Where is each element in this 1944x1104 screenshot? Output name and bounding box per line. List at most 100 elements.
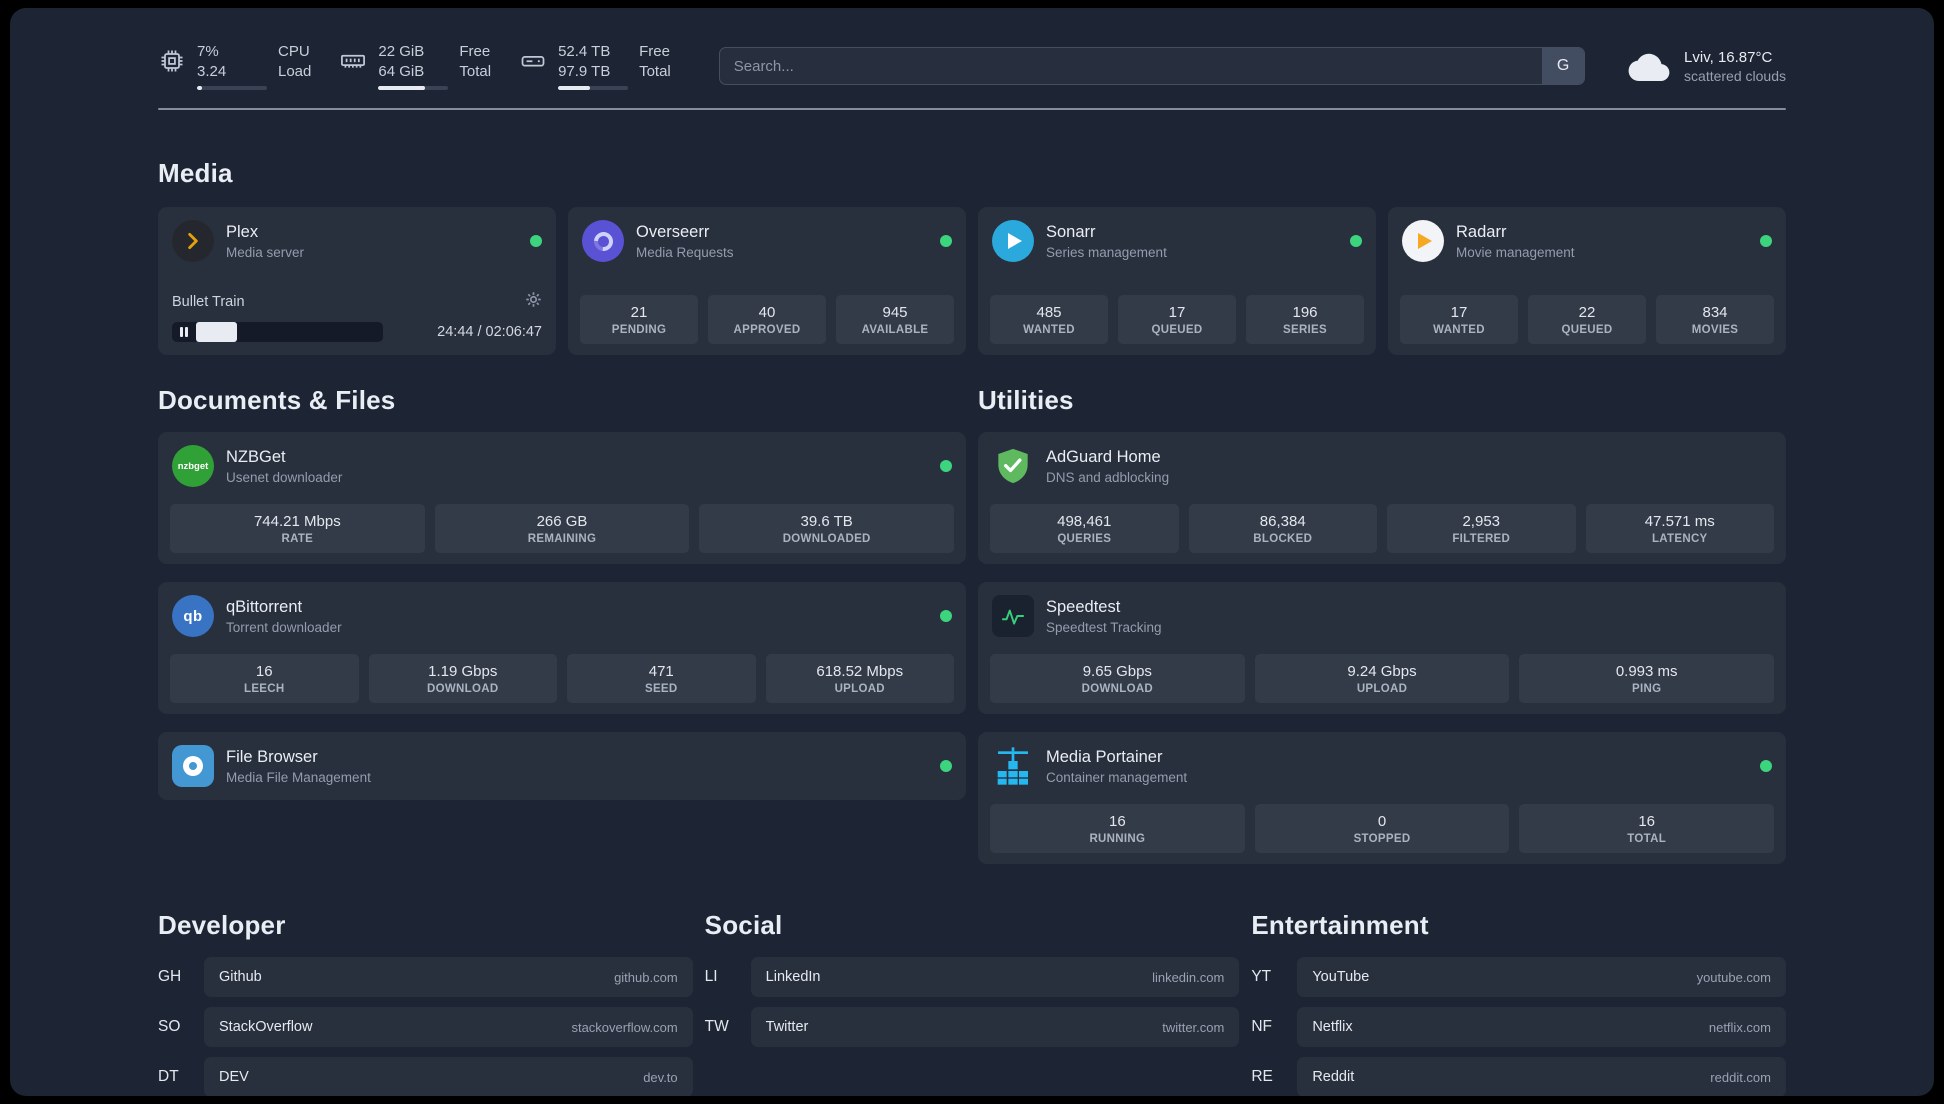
bookmark-github[interactable]: GH Github github.com bbox=[158, 957, 693, 997]
bookmark-youtube[interactable]: YT YouTube youtube.com bbox=[1251, 957, 1786, 997]
bookmark-abbr: GH bbox=[158, 968, 182, 985]
service-card-adguard[interactable]: AdGuard Home DNS and adblocking 498,461 Q… bbox=[978, 432, 1786, 564]
memory-widget: 22 GiB 64 GiB Free Total bbox=[339, 42, 491, 90]
stat-tile: 618.52 Mbps UPLOAD bbox=[765, 654, 954, 703]
bookmark-url: github.com bbox=[614, 969, 678, 985]
bookmark-name: Reddit bbox=[1312, 1069, 1355, 1085]
search-input[interactable] bbox=[718, 47, 1586, 85]
stat-tile: 945 AVAILABLE bbox=[836, 295, 954, 344]
stat-tile: 21 PENDING bbox=[580, 295, 698, 344]
stat-tile: 485 WANTED bbox=[990, 295, 1108, 344]
dashboard: 7% 3.24 CPU Load 22 GiB 64 GiB Free Tota… bbox=[10, 8, 1934, 1096]
disk-total-label: Total bbox=[639, 62, 671, 80]
playback-progress-bar[interactable] bbox=[172, 322, 383, 342]
service-description: Media File Management bbox=[226, 769, 371, 785]
cpu-load-label: Load bbox=[278, 62, 312, 80]
qbittorrent-icon: qb bbox=[172, 595, 214, 637]
status-dot bbox=[1760, 235, 1772, 247]
service-name: Media Portainer bbox=[1046, 747, 1163, 766]
stat-tile: 86,384 BLOCKED bbox=[1188, 504, 1377, 553]
stat-tile: 744.21 Mbps RATE bbox=[170, 504, 425, 553]
bookmark-abbr: LI bbox=[704, 968, 718, 985]
service-description: Torrent downloader bbox=[226, 619, 342, 635]
stat-tile: 266 GB REMAINING bbox=[434, 504, 690, 553]
status-dot bbox=[940, 760, 952, 772]
memory-icon bbox=[339, 47, 367, 75]
section-title-social: Social bbox=[704, 910, 783, 940]
bookmark-url: stackoverflow.com bbox=[571, 1019, 678, 1035]
status-dot bbox=[1760, 760, 1772, 772]
stat-tile: 9.24 Gbps UPLOAD bbox=[1254, 654, 1510, 703]
bookmark-name: LinkedIn bbox=[765, 969, 821, 985]
service-description: Movie management bbox=[1456, 244, 1575, 260]
service-card-qbittorrent[interactable]: qb qBittorrent Torrent downloader 16 LEEC… bbox=[158, 582, 966, 714]
stat-tile: 16 RUNNING bbox=[990, 804, 1245, 853]
bookmark-dev[interactable]: DT DEV dev.to bbox=[158, 1057, 693, 1096]
header-divider bbox=[158, 108, 1786, 110]
bookmark-stackoverflow[interactable]: SO StackOverflow stackoverflow.com bbox=[158, 1007, 693, 1047]
disk-total: 97.9 TB bbox=[558, 62, 611, 80]
service-card-portainer[interactable]: Media Portainer Container management 16 R… bbox=[978, 732, 1786, 864]
gear-icon[interactable] bbox=[525, 291, 542, 312]
filebrowser-icon bbox=[172, 745, 214, 787]
adguard-icon bbox=[992, 445, 1034, 487]
disk-free-label: Free bbox=[639, 43, 670, 60]
utilities-column: Utilities AdGuard Home DNS and adblockin… bbox=[978, 355, 1786, 882]
service-description: Speedtest Tracking bbox=[1046, 619, 1162, 635]
cpu-label: CPU bbox=[278, 43, 310, 60]
bookmarks-entertainment: Entertainment YT YouTube youtube.com NF N… bbox=[1251, 882, 1786, 1096]
bookmark-url: twitter.com bbox=[1162, 1019, 1225, 1035]
stat-tile: 16 TOTAL bbox=[1519, 804, 1775, 853]
stat-tile: 40 APPROVED bbox=[708, 295, 826, 344]
memory-total: 64 GiB bbox=[378, 62, 425, 80]
search-bar: G bbox=[718, 47, 1586, 85]
service-card-filebrowser[interactable]: File Browser Media File Management bbox=[158, 732, 966, 800]
service-card-speedtest[interactable]: Speedtest Speedtest Tracking 9.65 Gbps DO… bbox=[978, 582, 1786, 714]
bookmark-reddit[interactable]: RE Reddit reddit.com bbox=[1251, 1057, 1786, 1096]
now-playing-title: Bullet Train bbox=[172, 293, 245, 310]
status-dot bbox=[940, 235, 952, 247]
bookmark-name: DEV bbox=[219, 1069, 249, 1085]
service-name: AdGuard Home bbox=[1046, 447, 1161, 466]
stat-tile: 2,953 FILTERED bbox=[1387, 504, 1576, 553]
service-card-plex[interactable]: Plex Media server Bullet Train 24:44 / 0… bbox=[158, 207, 556, 355]
bookmark-abbr: RE bbox=[1251, 1068, 1273, 1085]
service-description: Media server bbox=[226, 244, 305, 260]
service-card-nzbget[interactable]: nzbget NZBGet Usenet downloader 744.21 M… bbox=[158, 432, 966, 564]
cpu-bar bbox=[197, 86, 267, 90]
service-name: Overseerr bbox=[636, 222, 710, 241]
stat-tile: 0 STOPPED bbox=[1254, 804, 1510, 853]
bookmark-linkedin[interactable]: LI LinkedIn linkedin.com bbox=[705, 957, 1240, 997]
service-description: DNS and adblocking bbox=[1046, 469, 1170, 485]
service-description: Media Requests bbox=[636, 244, 734, 260]
memory-free-label: Free bbox=[459, 43, 491, 60]
bookmark-name: Netflix bbox=[1312, 1019, 1353, 1035]
bookmark-name: Twitter bbox=[765, 1019, 809, 1035]
documents-column: Documents & Files nzbget NZBGet Usenet d… bbox=[158, 355, 966, 818]
stat-tile: 17 QUEUED bbox=[1118, 295, 1236, 344]
bookmark-netflix[interactable]: NF Netflix netflix.com bbox=[1251, 1007, 1786, 1047]
section-title-utilities: Utilities bbox=[978, 385, 1074, 415]
service-card-sonarr[interactable]: Sonarr Series management 485 WANTED 17 QUE… bbox=[978, 207, 1376, 355]
status-dot bbox=[530, 235, 542, 247]
playback-time: 24:44 / 02:06:47 bbox=[437, 324, 542, 340]
service-card-radarr[interactable]: Radarr Movie management 17 WANTED 22 QUEUE… bbox=[1388, 207, 1786, 355]
speedtest-icon bbox=[992, 595, 1034, 637]
bookmark-name: Github bbox=[219, 969, 262, 985]
search-provider-button[interactable]: G bbox=[1542, 48, 1585, 84]
cpu-load: 3.24 bbox=[197, 62, 227, 80]
service-name: Sonarr bbox=[1046, 222, 1096, 241]
sonarr-icon bbox=[992, 220, 1034, 262]
pause-icon[interactable] bbox=[179, 327, 189, 337]
bookmark-url: dev.to bbox=[643, 1069, 678, 1085]
service-name: Speedtest bbox=[1046, 597, 1121, 616]
bookmark-url: youtube.com bbox=[1696, 969, 1771, 985]
disk-bar bbox=[558, 86, 629, 90]
bookmark-url: netflix.com bbox=[1708, 1019, 1771, 1035]
bookmark-twitter[interactable]: TW Twitter twitter.com bbox=[705, 1007, 1240, 1047]
bookmarks-social: Social LI LinkedIn linkedin.com TW Twitte… bbox=[705, 882, 1240, 1057]
service-card-overseerr[interactable]: Overseerr Media Requests 21 PENDING 40 APP… bbox=[568, 207, 966, 355]
stat-tile: 47.571 ms LATENCY bbox=[1585, 504, 1774, 553]
status-dot bbox=[940, 460, 952, 472]
weather-location-temp: Lviv, 16.87°C bbox=[1684, 48, 1773, 66]
